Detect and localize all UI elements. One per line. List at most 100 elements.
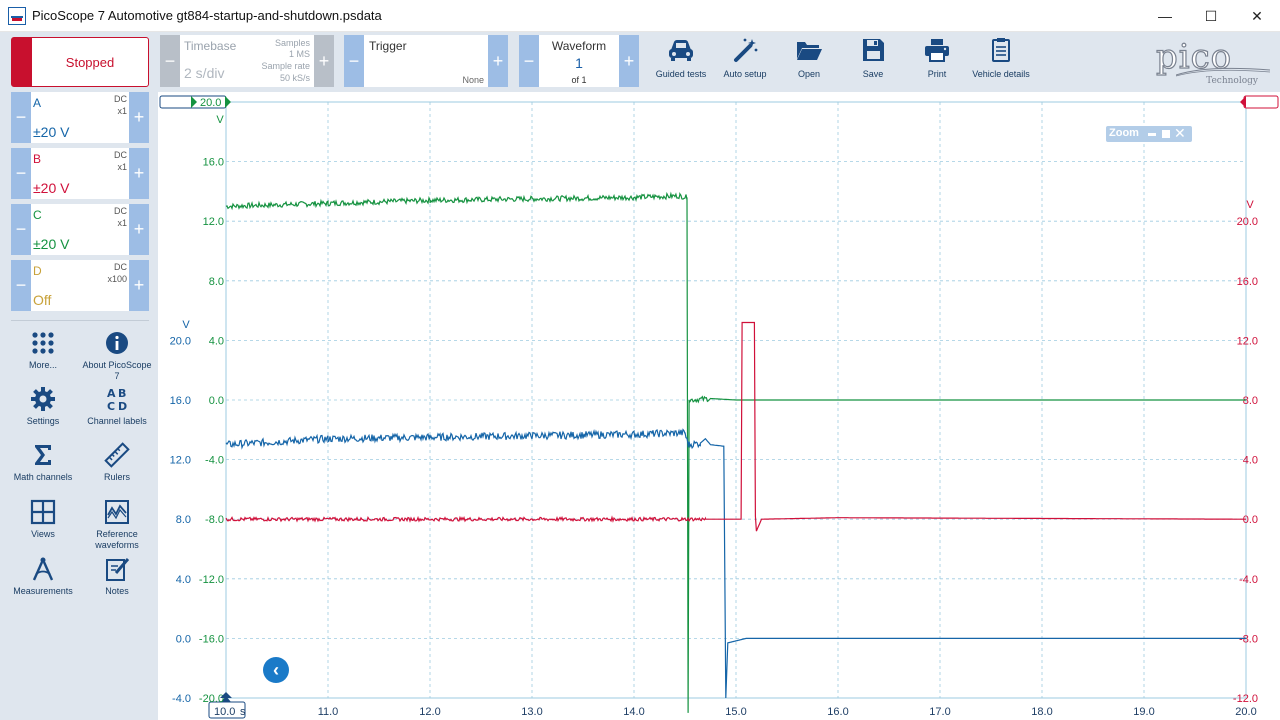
reference-waveforms-button[interactable]: Reference waveforms <box>82 499 152 551</box>
channel-c-control[interactable]: − C DC x1 ±20 V + <box>11 204 149 255</box>
zoom-label: Zoom <box>1109 127 1139 139</box>
channel-c-range: ±20 V <box>33 236 70 252</box>
notes-button[interactable]: Notes <box>82 556 152 597</box>
channel-a-range-decrease-button[interactable]: − <box>11 92 31 143</box>
chevron-left-icon[interactable]: ‹ <box>263 657 289 683</box>
channel-a-name: A <box>33 96 42 110</box>
channel-labels-label: Channel labels <box>87 416 147 426</box>
timebase-label: Timebase <box>184 39 237 53</box>
axis-c-tick-label: -20.0 <box>199 693 224 705</box>
settings-label: Settings <box>26 416 60 426</box>
zoom-restore-icon[interactable] <box>1162 130 1170 138</box>
svg-text:D: D <box>118 400 127 412</box>
vehicle-details-button[interactable]: Vehicle details <box>965 35 1037 87</box>
axis-a-tick-label: 20.0 <box>170 335 191 347</box>
oscilloscope-chart[interactable]: 11.0 12.0 13.0 14.0 15.0 16.0 17.0 18.0 19.0 20.0… <box>158 92 1280 720</box>
axis-c-tick-label: -8.0 <box>205 514 224 526</box>
waveform-previous-button[interactable]: − <box>519 35 539 87</box>
x-tick-label: 11.0 <box>318 706 339 718</box>
auto-setup-button[interactable]: Auto setup <box>709 35 781 87</box>
axis-b-tick-label: 16.0 <box>1237 276 1258 288</box>
maximize-button[interactable]: ☐ <box>1188 0 1234 32</box>
print-button[interactable]: Print <box>901 35 973 87</box>
top-ruler-label: 20.0 <box>200 97 221 109</box>
notes-icon <box>106 558 130 581</box>
axis-c-tick-label: 0.0 <box>209 395 224 407</box>
x-tick-label: 16.0 <box>827 706 848 718</box>
status-label: Stopped <box>65 55 115 70</box>
channel-b-range-decrease-button[interactable]: − <box>11 148 31 199</box>
timebase-increase-button[interactable]: + <box>314 35 334 87</box>
run-stop-button[interactable]: Stopped <box>11 37 149 87</box>
x-tick-label: 19.0 <box>1133 706 1154 718</box>
trigger-increase-button[interactable]: + <box>488 35 508 87</box>
channel-b-control[interactable]: − B DC x1 ±20 V + <box>11 148 149 199</box>
axis-c-unit-label: V <box>216 114 224 126</box>
x-tick-label: 18.0 <box>1031 706 1052 718</box>
rulers-button[interactable]: Rulers <box>82 442 152 483</box>
printer-icon <box>925 39 949 62</box>
zoom-close-icon[interactable]: ✕ <box>1174 125 1186 142</box>
channel-c-range-decrease-button[interactable]: − <box>11 204 31 255</box>
channel-d-range-increase-button[interactable]: + <box>129 260 149 311</box>
channel-b-range-increase-button[interactable]: + <box>129 148 149 199</box>
channel-c-range-increase-button[interactable]: + <box>129 204 149 255</box>
waveform-label: Waveform <box>551 39 607 53</box>
timebase-value[interactable]: 2 s/div <box>184 65 224 81</box>
save-button[interactable]: Save <box>837 35 909 87</box>
app-logo-icon <box>8 7 26 25</box>
timebase-decrease-button[interactable]: − <box>160 35 180 87</box>
axis-b-tick-label: 20.0 <box>1237 216 1258 228</box>
guided-tests-label: Guided tests <box>655 69 707 79</box>
channel-d-range: Off <box>33 292 52 308</box>
samples-label: Samples <box>274 38 310 48</box>
reference-waveforms-label: Reference waveforms <box>95 529 139 550</box>
sample-rate-value: 50 kS/s <box>279 73 310 83</box>
waveform-next-button[interactable]: + <box>619 35 639 87</box>
channel-d-control[interactable]: − D DC x100 Off + <box>11 260 149 311</box>
channel-labels-button[interactable]: A B C D Channel labels <box>82 386 152 427</box>
channel-a-range: ±20 V <box>33 124 70 140</box>
waveform-count: of 1 <box>571 75 587 85</box>
axis-a-tick-label: 12.0 <box>170 455 191 467</box>
waveform-number[interactable]: 1 <box>539 55 619 71</box>
channel-d-range-decrease-button[interactable]: − <box>11 260 31 311</box>
gear-icon <box>31 387 55 411</box>
about-button[interactable]: About PicoScope 7 <box>82 330 152 382</box>
ruler-icon <box>104 442 130 468</box>
sigma-icon <box>35 445 51 465</box>
views-button[interactable]: Views <box>8 499 78 540</box>
zoom-minimize-icon[interactable] <box>1148 133 1156 136</box>
close-button[interactable]: ✕ <box>1234 0 1280 32</box>
rulers-label: Rulers <box>103 472 130 482</box>
channel-d-name: D <box>33 264 42 278</box>
trigger-mode[interactable]: None <box>462 75 484 85</box>
zoom-overview-box[interactable]: Zoom ✕ <box>1106 125 1192 142</box>
axis-a-tick-label: 0.0 <box>176 633 191 645</box>
svg-text:B: B <box>118 387 126 400</box>
math-channels-button[interactable]: Math channels <box>8 442 78 483</box>
channel-a-control[interactable]: − A DC x1 ±20 V + <box>11 92 149 143</box>
settings-button[interactable]: Settings <box>8 386 78 427</box>
timebase-control: − Timebase 2 s/div Samples 1 MS Sample r… <box>160 35 334 87</box>
more-button[interactable]: More... <box>8 330 78 371</box>
left-panel-divider <box>11 320 149 321</box>
status-stripe <box>12 38 32 86</box>
open-button[interactable]: Open <box>773 35 845 87</box>
channel-c-probe: x1 <box>117 218 127 228</box>
axis-c-tick-label: -16.0 <box>199 633 224 645</box>
trigger-decrease-button[interactable]: − <box>344 35 364 87</box>
open-label: Open <box>797 69 821 79</box>
measurements-button[interactable]: Measurements <box>8 556 78 597</box>
scope-view[interactable]: 11.0 12.0 13.0 14.0 15.0 16.0 17.0 18.0 19.0 20.0… <box>158 92 1280 720</box>
axis-b-tick-label: 12.0 <box>1237 335 1258 347</box>
print-label: Print <box>927 69 947 79</box>
axis-b-tick-label: 4.0 <box>1243 455 1258 467</box>
channel-a-range-increase-button[interactable]: + <box>129 92 149 143</box>
channel-b-range: ±20 V <box>33 180 70 196</box>
axis-b-tick-label: -12.0 <box>1233 693 1258 705</box>
info-icon <box>106 332 128 354</box>
minimize-button[interactable]: — <box>1142 0 1188 32</box>
guided-tests-button[interactable]: Guided tests <box>645 35 717 87</box>
clipboard-icon <box>992 38 1010 62</box>
